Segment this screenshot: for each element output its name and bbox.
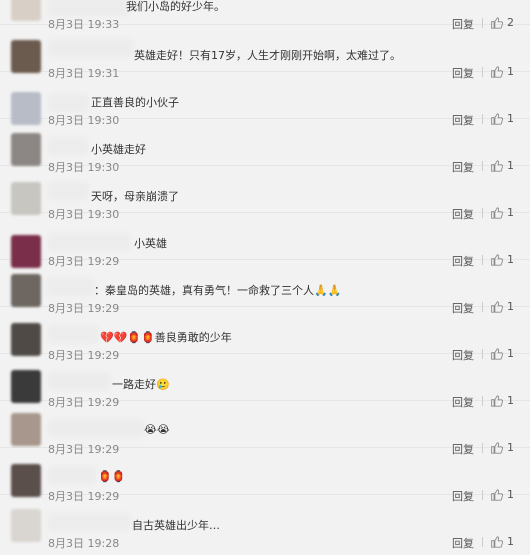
username-redacted [48, 137, 88, 155]
username-redacted [48, 419, 144, 437]
avatar[interactable] [11, 323, 41, 356]
username-redacted [48, 233, 130, 251]
avatar[interactable] [11, 509, 41, 542]
comment-item: 一路走好🥲 8月3日 19:29 回复 1 [0, 354, 530, 409]
avatar[interactable] [11, 182, 41, 215]
username-redacted [48, 94, 88, 112]
username-redacted [48, 39, 133, 57]
comment-item: 小英雄 8月3日 19:29 回复 1 [0, 213, 530, 268]
username-redacted [48, 466, 96, 484]
comment-text: 🏮🏮 [98, 470, 126, 483]
comment-text: 😭😭 [144, 423, 170, 436]
comment-list: 我们小岛的好少年。 8月3日 19:33 回复 2 英雄走好！只有17岁，人生才… [0, 0, 530, 555]
comment-item: ：秦皇岛的英雄，真有勇气！一命救了三个人🙏🙏 8月3日 19:29 回复 1 [0, 260, 530, 315]
avatar[interactable] [11, 0, 41, 21]
comment-item: 我们小岛的好少年。 8月3日 19:33 回复 2 [0, 0, 530, 31]
comment-text: 💔💔🏮🏮善良勇敢的少年 [100, 331, 232, 344]
comment-item: 💔💔🏮🏮善良勇敢的少年 8月3日 19:29 回复 1 [0, 307, 530, 362]
username-redacted [48, 182, 88, 200]
comment-item: 正直善良的小伙子 8月3日 19:30 回复 1 [0, 72, 530, 127]
username-redacted [46, 278, 94, 296]
avatar[interactable] [11, 40, 41, 73]
comment-text: 自古英雄出少年… [132, 519, 220, 532]
like-button[interactable]: 1 [490, 535, 514, 548]
comment-item: 天呀，母亲崩溃了 8月3日 19:30 回复 1 [0, 166, 530, 221]
comment-text: 小英雄走好 [91, 143, 146, 156]
avatar[interactable] [11, 370, 41, 403]
comment-text: 我们小岛的好少年。 [126, 0, 225, 13]
comment-item: 😭😭 8月3日 19:29 回复 1 [0, 401, 530, 456]
comment-text: 小英雄 [134, 237, 167, 250]
avatar[interactable] [11, 133, 41, 166]
username-redacted [48, 372, 110, 390]
comment-item: 小英雄走好 8月3日 19:30 回复 1 [0, 119, 530, 174]
avatar[interactable] [11, 274, 41, 307]
reply-button[interactable]: 回复 [452, 535, 474, 551]
comment-text: 英雄走好！只有17岁，人生才刚刚开始啊，太难过了。 [134, 49, 401, 62]
avatar[interactable] [11, 413, 41, 446]
comment-item: 🏮🏮 8月3日 19:29 回复 1 [0, 448, 530, 503]
comment-time: 8月3日 19:28 [48, 537, 120, 550]
comment-item: 英雄走好！只有17岁，人生才刚刚开始啊，太难过了。 8月3日 19:31 回复 … [0, 25, 530, 80]
comment-text: ：秦皇岛的英雄，真有勇气！一命救了三个人🙏🙏 [94, 284, 342, 297]
avatar[interactable] [11, 464, 41, 497]
divider [482, 537, 483, 547]
comment-text: 一路走好🥲 [112, 378, 170, 391]
comment-text: 正直善良的小伙子 [91, 96, 179, 109]
comment-text: 天呀，母亲崩溃了 [91, 190, 179, 203]
username-redacted [48, 0, 128, 16]
username-redacted [48, 513, 130, 531]
like-count: 1 [507, 535, 514, 548]
thumbs-up-icon [491, 536, 503, 548]
username-redacted [48, 325, 98, 343]
comment-item: 自古英雄出少年… 8月3日 19:28 回复 1 [0, 495, 530, 555]
